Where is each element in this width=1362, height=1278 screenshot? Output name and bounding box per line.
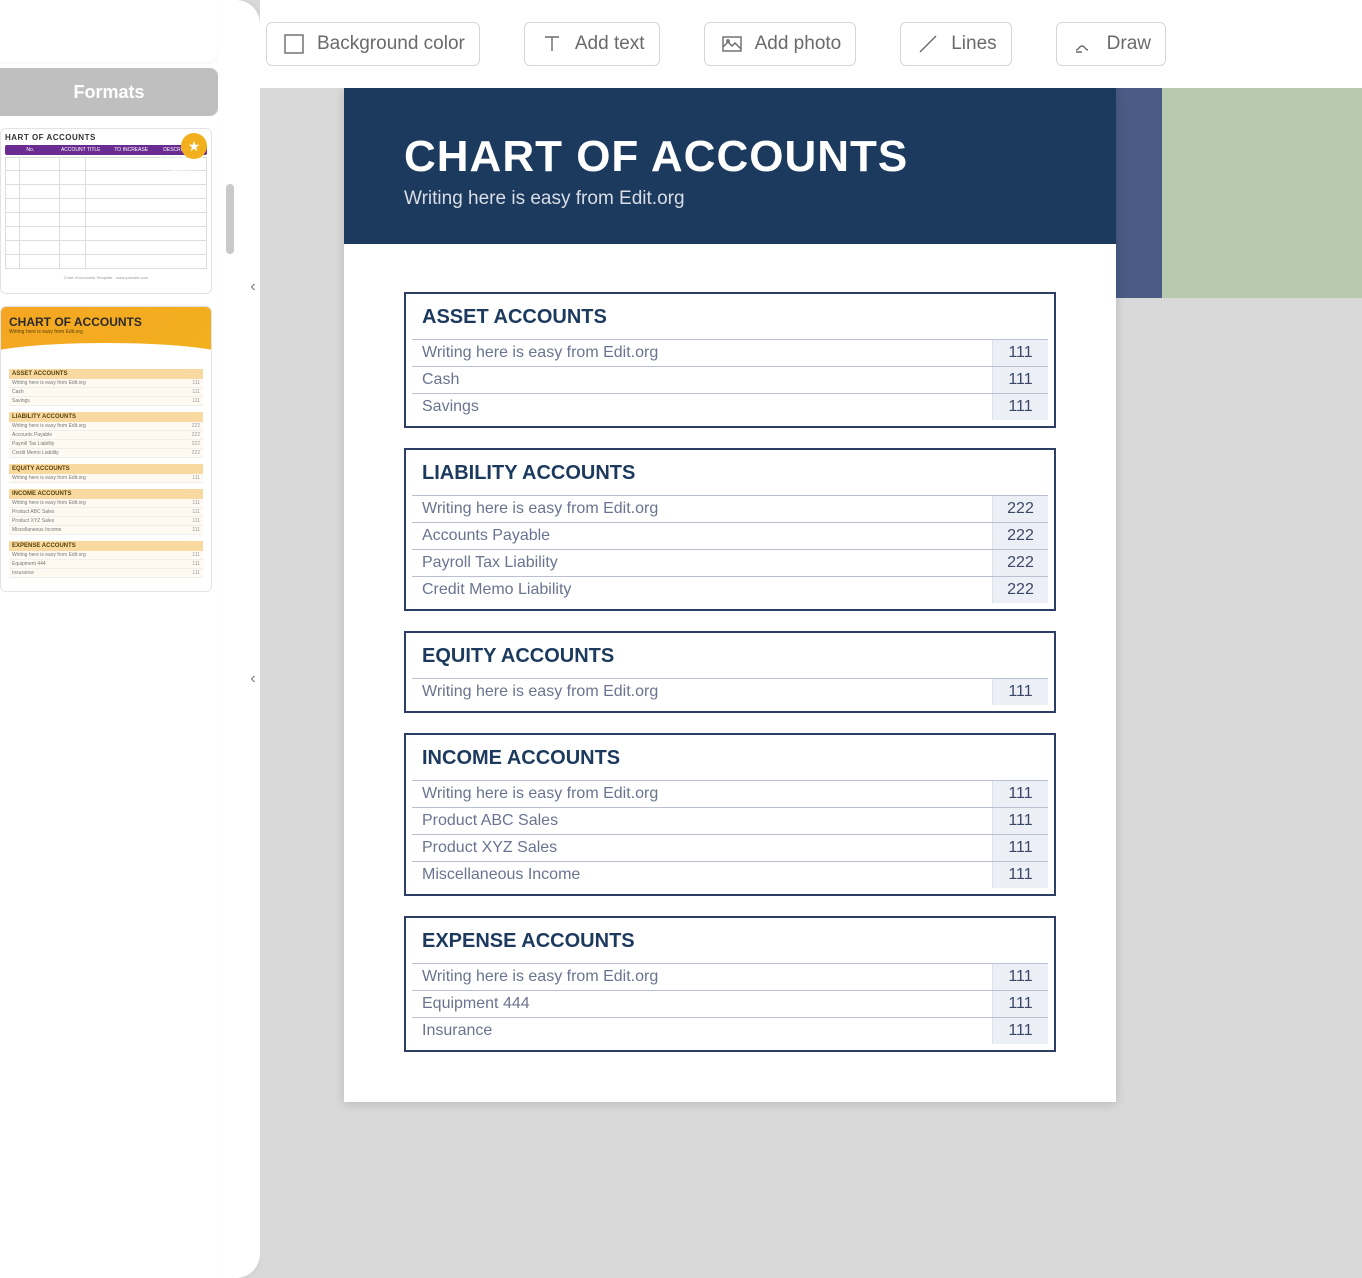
account-row[interactable]: Accounts Payable222 <box>412 522 1048 549</box>
account-label[interactable]: Insurance <box>412 1018 992 1044</box>
button-label: Add photo <box>755 33 842 55</box>
thumb1-rows <box>5 157 207 269</box>
square-icon <box>281 31 307 57</box>
account-row[interactable]: Writing here is easy from Edit.org111 <box>412 780 1048 807</box>
account-section[interactable]: INCOME ACCOUNTSWriting here is easy from… <box>404 733 1056 896</box>
account-row[interactable]: Writing here is easy from Edit.org111 <box>412 678 1048 705</box>
account-row[interactable]: Equipment 444111 <box>412 990 1048 1017</box>
account-label[interactable]: Cash <box>412 367 992 393</box>
sidebar: Formats ★ HART OF ACCOUNTS No. ACCOUNT T… <box>0 0 218 1278</box>
scrollbar-thumb[interactable] <box>226 184 234 254</box>
section-title[interactable]: LIABILITY ACCOUNTS <box>406 450 1054 495</box>
account-section[interactable]: ASSET ACCOUNTSWriting here is easy from … <box>404 292 1056 428</box>
account-label[interactable]: Writing here is easy from Edit.org <box>412 679 992 705</box>
account-row[interactable]: Cash111 <box>412 366 1048 393</box>
account-value[interactable]: 222 <box>992 550 1048 576</box>
account-value[interactable]: 222 <box>992 577 1048 603</box>
account-label[interactable]: Miscellaneous Income <box>412 862 992 888</box>
account-row[interactable]: Product ABC Sales111 <box>412 807 1048 834</box>
document-title[interactable]: CHART OF ACCOUNTS <box>404 132 1056 182</box>
section-title[interactable]: EXPENSE ACCOUNTS <box>406 918 1054 963</box>
account-row[interactable]: Savings111 <box>412 393 1048 420</box>
account-label[interactable]: Equipment 444 <box>412 991 992 1017</box>
account-row[interactable]: Writing here is easy from Edit.org111 <box>412 339 1048 366</box>
background-color-button[interactable]: Background color <box>266 22 480 66</box>
canvas-area[interactable]: CHART OF ACCOUNTS Writing here is easy f… <box>260 88 1362 1278</box>
button-label: Background color <box>317 33 465 55</box>
account-section[interactable]: EQUITY ACCOUNTSWriting here is easy from… <box>404 631 1056 713</box>
page-decoration-green <box>1162 88 1362 298</box>
account-value[interactable]: 111 <box>992 394 1048 420</box>
text-icon <box>539 31 565 57</box>
account-row[interactable]: Writing here is easy from Edit.org222 <box>412 495 1048 522</box>
document-body: ASSET ACCOUNTSWriting here is easy from … <box>344 244 1116 1102</box>
button-label: Lines <box>951 33 996 55</box>
account-value[interactable]: 111 <box>992 367 1048 393</box>
account-label[interactable]: Savings <box>412 394 992 420</box>
account-row[interactable]: Credit Memo Liability222 <box>412 576 1048 603</box>
panel-divider: ‹ ‹ <box>218 0 260 1278</box>
account-value[interactable]: 111 <box>992 781 1048 807</box>
account-label[interactable]: Credit Memo Liability <box>412 577 992 603</box>
thumb2-header: CHART OF ACCOUNTS Writing here is easy f… <box>1 307 211 357</box>
account-value[interactable]: 111 <box>992 679 1048 705</box>
image-icon <box>719 31 745 57</box>
account-value[interactable]: 111 <box>992 964 1048 990</box>
thumb2-title: CHART OF ACCOUNTS <box>9 315 203 329</box>
thumb1-title: HART OF ACCOUNTS <box>5 133 207 142</box>
section-title[interactable]: EQUITY ACCOUNTS <box>406 633 1054 678</box>
account-value[interactable]: 222 <box>992 523 1048 549</box>
draw-button[interactable]: Draw <box>1056 22 1166 66</box>
account-value[interactable]: 111 <box>992 340 1048 366</box>
lines-button[interactable]: Lines <box>900 22 1011 66</box>
formats-tab[interactable]: Formats <box>0 68 218 116</box>
account-value[interactable]: 111 <box>992 862 1048 888</box>
account-label[interactable]: Writing here is easy from Edit.org <box>412 781 992 807</box>
add-text-button[interactable]: Add text <box>524 22 660 66</box>
account-row[interactable]: Insurance111 <box>412 1017 1048 1044</box>
star-icon: ★ <box>181 133 207 159</box>
account-label[interactable]: Product XYZ Sales <box>412 835 992 861</box>
account-value[interactable]: 222 <box>992 496 1048 522</box>
sidebar-top-gap <box>0 0 218 62</box>
account-row[interactable]: Writing here is easy from Edit.org111 <box>412 963 1048 990</box>
button-label: Draw <box>1107 33 1151 55</box>
account-label[interactable]: Writing here is easy from Edit.org <box>412 496 992 522</box>
document-header[interactable]: CHART OF ACCOUNTS Writing here is easy f… <box>344 88 1116 244</box>
account-value[interactable]: 111 <box>992 1018 1048 1044</box>
section-title[interactable]: INCOME ACCOUNTS <box>406 735 1054 780</box>
thumb2-body: ASSET ACCOUNTSWriting here is easy from … <box>1 357 211 586</box>
document-subtitle[interactable]: Writing here is easy from Edit.org <box>404 188 1056 210</box>
account-row[interactable]: Payroll Tax Liability222 <box>412 549 1048 576</box>
account-label[interactable]: Writing here is easy from Edit.org <box>412 964 992 990</box>
account-label[interactable]: Product ABC Sales <box>412 808 992 834</box>
add-photo-button[interactable]: Add photo <box>704 22 857 66</box>
thumb2-subtitle: Writing here is easy from Edit.org <box>9 329 203 335</box>
template-thumbnail-1[interactable]: ★ HART OF ACCOUNTS No. ACCOUNT TITLE TO … <box>0 128 212 294</box>
chevron-left-icon: ‹ <box>250 278 255 296</box>
line-icon <box>915 31 941 57</box>
page-decoration-blue <box>1116 88 1162 298</box>
thumb1-header-row: No. ACCOUNT TITLE TO INCREASE DESCRIPTIO… <box>5 145 207 155</box>
document-page[interactable]: CHART OF ACCOUNTS Writing here is easy f… <box>344 88 1116 1102</box>
account-value[interactable]: 111 <box>992 835 1048 861</box>
account-row[interactable]: Miscellaneous Income111 <box>412 861 1048 888</box>
template-thumbnail-2[interactable]: ★ CHART OF ACCOUNTS Writing here is easy… <box>0 306 212 592</box>
account-section[interactable]: EXPENSE ACCOUNTSWriting here is easy fro… <box>404 916 1056 1052</box>
draw-icon <box>1071 31 1097 57</box>
account-value[interactable]: 111 <box>992 991 1048 1017</box>
button-label: Add text <box>575 33 645 55</box>
editor-toolbar: Background color Add text Add photo Line… <box>260 0 1362 88</box>
account-value[interactable]: 111 <box>992 808 1048 834</box>
account-label[interactable]: Writing here is easy from Edit.org <box>412 340 992 366</box>
chevron-left-icon: ‹ <box>250 670 255 688</box>
account-label[interactable]: Accounts Payable <box>412 523 992 549</box>
section-title[interactable]: ASSET ACCOUNTS <box>406 294 1054 339</box>
thumb1-footer: Chart of Accounts Template - www.yoursit… <box>5 275 207 280</box>
account-label[interactable]: Payroll Tax Liability <box>412 550 992 576</box>
account-row[interactable]: Product XYZ Sales111 <box>412 834 1048 861</box>
account-section[interactable]: LIABILITY ACCOUNTSWriting here is easy f… <box>404 448 1056 611</box>
formats-tab-label: Formats <box>73 82 144 103</box>
